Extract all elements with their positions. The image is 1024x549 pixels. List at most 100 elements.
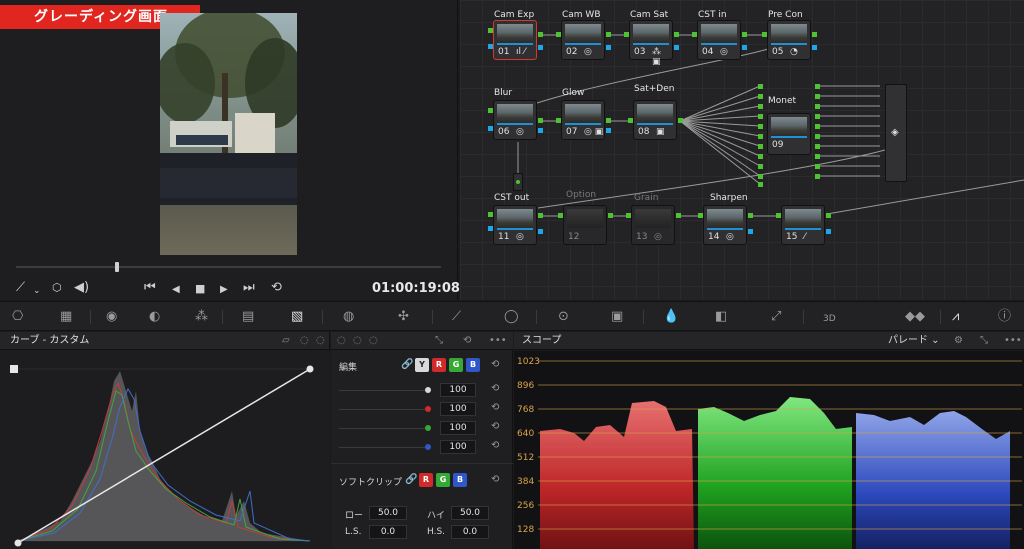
output-port[interactable] (608, 213, 613, 218)
input-port[interactable] (698, 213, 703, 218)
warper-grid-icon[interactable]: ✣ (398, 309, 409, 325)
splitter-port[interactable] (815, 124, 820, 129)
custom-curve-icon[interactable]: ▱ (282, 332, 290, 350)
node-15[interactable]: 15 ⁄ (781, 205, 825, 245)
splitter-port[interactable] (815, 164, 820, 169)
more-options-icon[interactable]: ••• (1004, 332, 1022, 350)
input-port[interactable] (692, 32, 697, 37)
intensity-slider-y[interactable] (339, 390, 429, 391)
input-port[interactable] (556, 32, 561, 37)
expand-icon[interactable]: ⤡ (980, 332, 988, 350)
link-icon[interactable]: 🔗 (405, 474, 417, 485)
slider-knob[interactable] (425, 425, 431, 431)
output-port[interactable] (742, 45, 747, 50)
input-port[interactable] (488, 226, 493, 231)
splitter-port[interactable] (815, 154, 820, 159)
output-port[interactable] (812, 32, 817, 37)
node-cam-wb[interactable]: 02 ◎ (561, 20, 605, 60)
3d-icon[interactable]: 3D (823, 311, 836, 327)
node-blur[interactable]: 06 ◎ (493, 100, 537, 140)
splitter-port[interactable] (815, 104, 820, 109)
hs-value[interactable]: 0.0 (451, 525, 489, 539)
input-port[interactable] (624, 32, 629, 37)
input-port[interactable] (762, 32, 767, 37)
node-glow[interactable]: 07 ◎ ▣ (561, 100, 605, 140)
input-port[interactable] (776, 213, 781, 218)
qualifier-icon[interactable]: ⟋ (452, 309, 461, 325)
channel-y-button[interactable]: Y (415, 358, 429, 372)
input-port[interactable] (556, 118, 561, 123)
layer-mixer-node[interactable]: ◈ (885, 84, 907, 182)
soft-clip-b-button[interactable]: B (453, 473, 467, 487)
output-port[interactable] (674, 45, 679, 50)
output-port[interactable] (676, 213, 681, 218)
node-pre-con[interactable]: 05 ◔ (767, 20, 811, 60)
splitter-port[interactable] (758, 182, 763, 187)
slider-knob[interactable] (425, 406, 431, 412)
cube-icon[interactable]: ⬡ (52, 280, 62, 296)
step-back-icon[interactable]: ◀ (172, 282, 180, 298)
node-monet[interactable]: 09 (767, 113, 811, 155)
low-value[interactable]: 50.0 (369, 506, 407, 520)
skip-forward-icon[interactable]: ⏭ (243, 280, 255, 296)
input-port[interactable] (488, 108, 493, 113)
keyframes-icon[interactable]: ◆◆ (905, 309, 925, 325)
node-option[interactable]: 12 (563, 205, 607, 245)
camera-raw-icon[interactable]: ⎔ (12, 309, 23, 325)
curve-point-black[interactable] (14, 539, 22, 547)
playhead[interactable] (115, 262, 119, 272)
ls-value[interactable]: 0.0 (369, 525, 407, 539)
splitter-port[interactable] (758, 94, 763, 99)
reset-icon[interactable]: ⟲ (491, 440, 499, 451)
reset-icon[interactable]: ⟲ (491, 383, 499, 394)
scope-settings-icon[interactable]: ⚙ (954, 332, 963, 350)
channel-r-button[interactable]: R (432, 358, 446, 372)
expand-icon[interactable]: ⤡ (435, 332, 443, 350)
output-port[interactable] (826, 213, 831, 218)
splitter-port[interactable] (758, 84, 763, 89)
key-icon[interactable]: ◧ (715, 309, 727, 325)
reset-icon[interactable]: ⟲ (491, 359, 499, 370)
output-port[interactable] (538, 45, 543, 50)
output-port[interactable] (538, 128, 543, 133)
input-port[interactable] (488, 28, 493, 33)
scrub-bar[interactable] (16, 266, 441, 268)
channel-g-button[interactable]: G (449, 358, 463, 372)
soft-clip-g-button[interactable]: G (436, 473, 450, 487)
soft-clip-r-button[interactable]: R (419, 473, 433, 487)
intensity-slider-b[interactable] (339, 447, 429, 448)
sat-curve-icon[interactable]: ◌ (316, 332, 325, 350)
node-cam-exp[interactable]: 01 ıl ⁄ (493, 20, 537, 60)
output-port[interactable] (538, 32, 543, 37)
sat-vs-sat-icon[interactable]: ◌ (353, 332, 362, 350)
splitter-port[interactable] (758, 134, 763, 139)
scope-mode-select[interactable]: パレード ⌄ (888, 332, 940, 350)
node-cst-out[interactable]: 11 ◎ (493, 205, 537, 245)
output-port[interactable] (742, 32, 747, 37)
junction-node[interactable] (513, 173, 523, 191)
color-wheels-icon[interactable]: ◉ (106, 309, 117, 325)
loop-icon[interactable]: ⟲ (271, 280, 282, 296)
output-port[interactable] (538, 213, 543, 218)
splitter-port[interactable] (815, 134, 820, 139)
reset-all-icon[interactable]: ⟲ (463, 332, 471, 350)
splitter-port[interactable] (758, 104, 763, 109)
splitter-port[interactable] (815, 94, 820, 99)
output-port[interactable] (538, 229, 543, 234)
slider-knob[interactable] (425, 444, 431, 450)
info-icon[interactable]: ⓘ (998, 309, 1011, 325)
reset-icon[interactable]: ⟲ (491, 474, 499, 485)
reset-icon[interactable]: ⟲ (491, 402, 499, 413)
curve-handle[interactable] (10, 365, 18, 373)
channel-b-button[interactable]: B (466, 358, 480, 372)
curve-point-white[interactable] (306, 365, 314, 373)
splitter-port[interactable] (815, 84, 820, 89)
scope-icon[interactable]: ⩘ (952, 309, 959, 325)
hue-curve-icon[interactable]: ◌ (300, 332, 309, 350)
reset-icon[interactable]: ⟲ (491, 421, 499, 432)
splitter-port[interactable] (758, 124, 763, 129)
magic-mask-icon[interactable]: ▣ (611, 309, 623, 325)
output-port[interactable] (826, 229, 831, 234)
link-icon[interactable]: 🔗 (401, 359, 413, 370)
output-port[interactable] (812, 45, 817, 50)
